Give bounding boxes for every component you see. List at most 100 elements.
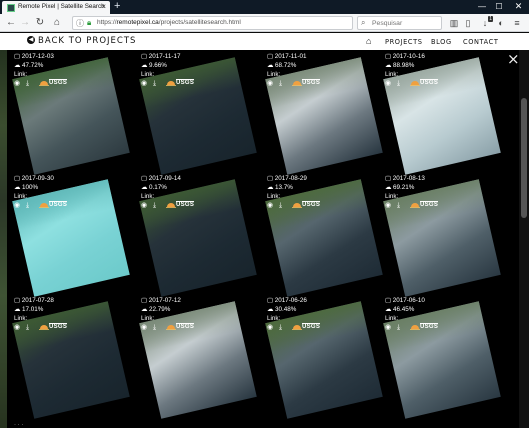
nav-blog-link[interactable]: BLOG (431, 38, 452, 46)
downloads-icon[interactable]: ↓ 1 (478, 16, 493, 30)
download-icon[interactable]: ⤓ (153, 80, 156, 88)
preview-eye-icon[interactable]: ◉ (141, 324, 147, 332)
preview-eye-icon[interactable]: ◉ (141, 202, 147, 210)
satellite-thumbnail[interactable] (139, 57, 257, 175)
back-circle-icon[interactable]: ◀ (27, 36, 35, 44)
sunrise-icon[interactable] (410, 79, 420, 86)
window-maximize-button[interactable]: ☐ (492, 0, 506, 14)
sidebar-icon[interactable]: ▯ (461, 16, 475, 30)
sunrise-icon[interactable] (166, 201, 176, 208)
preview-eye-icon[interactable]: ◉ (385, 202, 391, 210)
download-icon[interactable]: ⤓ (26, 324, 29, 332)
sunrise-icon[interactable] (39, 79, 49, 86)
download-icon[interactable]: ⤓ (279, 324, 282, 332)
usgs-logo[interactable]: USGS (302, 323, 321, 331)
sunrise-icon[interactable] (292, 201, 302, 208)
download-icon[interactable]: ⤓ (397, 202, 400, 210)
result-card[interactable]: ▢ 2017-07-12 ☁ 22.79% Link: ◉ ⤓ USGS (139, 296, 257, 419)
satellite-thumbnail[interactable] (12, 179, 130, 297)
satellite-thumbnail[interactable] (265, 179, 383, 297)
sunrise-icon[interactable] (39, 323, 49, 330)
preview-eye-icon[interactable]: ◉ (267, 80, 273, 88)
window-close-button[interactable]: ✕ (510, 0, 527, 14)
preview-eye-icon[interactable]: ◉ (267, 202, 273, 210)
info-icon[interactable]: ⓘ (76, 18, 84, 29)
sunrise-icon[interactable] (166, 79, 176, 86)
library-icon[interactable]: ▥ (447, 16, 461, 30)
browser-tab[interactable]: Remote Pixel | Satellite Search × (2, 1, 110, 14)
back-to-projects-link[interactable]: BACK TO PROJECTS (38, 36, 136, 46)
home-browser-icon[interactable]: ⌂ (50, 16, 64, 30)
search-input[interactable] (372, 18, 438, 29)
satellite-thumbnail[interactable] (383, 57, 501, 175)
usgs-logo[interactable]: USGS (420, 323, 439, 331)
result-card[interactable]: ▢ 2017-08-29 ☁ 13.7% Link: ◉ ⤓ USGS (265, 174, 383, 297)
sunrise-icon[interactable] (292, 323, 302, 330)
result-card[interactable]: ▢ 2017-09-30 ☁ 100% Link: ◉ ⤓ USGS (12, 174, 130, 297)
satellite-thumbnail[interactable] (265, 301, 383, 419)
home-icon[interactable]: ⌂ (366, 36, 371, 46)
overlay-close-icon[interactable]: × (507, 52, 520, 67)
sunrise-icon[interactable] (292, 79, 302, 86)
usgs-logo[interactable]: USGS (176, 79, 195, 87)
usgs-logo[interactable]: USGS (49, 79, 68, 87)
sunrise-icon[interactable] (410, 201, 420, 208)
forward-arrow-icon[interactable]: → (18, 16, 32, 30)
url-text[interactable]: https://remotepixel.ca/projects/satellit… (97, 19, 241, 26)
preview-eye-icon[interactable]: ◉ (385, 324, 391, 332)
satellite-thumbnail[interactable] (265, 57, 383, 175)
reload-icon[interactable]: ↻ (33, 16, 47, 30)
usgs-logo[interactable]: USGS (176, 201, 195, 209)
usgs-logo[interactable]: USGS (302, 79, 321, 87)
result-card[interactable]: ▢ 2017-07-28 ☁ 17.01% Link: ◉ ⤓ USGS (12, 296, 130, 419)
download-icon[interactable]: ⤓ (26, 80, 29, 88)
sunrise-icon[interactable] (166, 323, 176, 330)
result-card[interactable]: ▢ 2017-11-01 ☁ 68.72% Link: ◉ ⤓ USGS (265, 52, 383, 175)
nav-projects-link[interactable]: PROJECTS (385, 38, 422, 46)
download-icon[interactable]: ⤓ (153, 202, 156, 210)
satellite-thumbnail[interactable] (12, 301, 130, 419)
usgs-logo[interactable]: USGS (176, 323, 195, 331)
download-icon[interactable]: ⤓ (279, 202, 282, 210)
preview-eye-icon[interactable]: ◉ (385, 80, 391, 88)
nav-contact-link[interactable]: CONTACT (463, 38, 498, 46)
result-card[interactable]: ▢ 2017-12-03 ☁ 47.72% Link: ◉ ⤓ USGS (12, 52, 130, 175)
preview-eye-icon[interactable]: ◉ (14, 80, 20, 88)
download-icon[interactable]: ⤓ (397, 80, 400, 88)
result-card[interactable]: ▢ 2017-06-26 ☁ 30.48% Link: ◉ ⤓ USGS (265, 296, 383, 419)
download-icon[interactable]: ⤓ (279, 80, 282, 88)
sunrise-icon[interactable] (39, 201, 49, 208)
download-icon[interactable]: ⤓ (26, 202, 29, 210)
preview-eye-icon[interactable]: ◉ (14, 202, 20, 210)
usgs-logo[interactable]: USGS (420, 79, 439, 87)
satellite-thumbnail[interactable] (139, 301, 257, 419)
search-bar[interactable]: ⌕ (357, 16, 442, 30)
preview-eye-icon[interactable]: ◉ (14, 324, 20, 332)
usgs-logo[interactable]: USGS (49, 323, 68, 331)
url-bar[interactable]: ⓘ 🔒︎ https://remotepixel.ca/projects/sat… (72, 16, 423, 30)
result-card[interactable]: ▢ 2017-10-16 ☁ 88.98% Link: ◉ ⤓ USGS (383, 52, 501, 175)
satellite-thumbnail[interactable] (12, 57, 130, 175)
usgs-logo[interactable]: USGS (302, 201, 321, 209)
window-minimize-button[interactable]: — (475, 0, 489, 14)
tab-close-icon[interactable]: × (101, 2, 106, 11)
satellite-thumbnail[interactable] (383, 301, 501, 419)
satellite-thumbnail[interactable] (383, 179, 501, 297)
preview-eye-icon[interactable]: ◉ (141, 80, 147, 88)
result-card[interactable]: ▢ 2017-08-13 ☁ 69.21% Link: ◉ ⤓ USGS (383, 174, 501, 297)
satellite-thumbnail[interactable] (139, 179, 257, 297)
download-icon[interactable]: ⤓ (153, 324, 156, 332)
result-card[interactable]: ▢ 2017-06-10 ☁ 46.45% Link: ◉ ⤓ USGS (383, 296, 501, 419)
menu-icon[interactable]: ≡ (510, 16, 524, 30)
extension-icon[interactable]: ◐ (494, 16, 508, 30)
result-card[interactable]: ▢ 2017-11-17 ☁ 9.66% Link: ◉ ⤓ USGS (139, 52, 257, 175)
scrollbar[interactable] (519, 50, 529, 428)
usgs-logo[interactable]: USGS (420, 201, 439, 209)
result-card[interactable]: ▢ 2017-09-14 ☁ 0.17% Link: ◉ ⤓ USGS (139, 174, 257, 297)
download-icon[interactable]: ⤓ (397, 324, 400, 332)
sunrise-icon[interactable] (410, 323, 420, 330)
back-arrow-icon[interactable]: ← (4, 16, 18, 30)
preview-eye-icon[interactable]: ◉ (267, 324, 273, 332)
new-tab-button[interactable]: + (114, 0, 120, 13)
usgs-logo[interactable]: USGS (49, 201, 68, 209)
